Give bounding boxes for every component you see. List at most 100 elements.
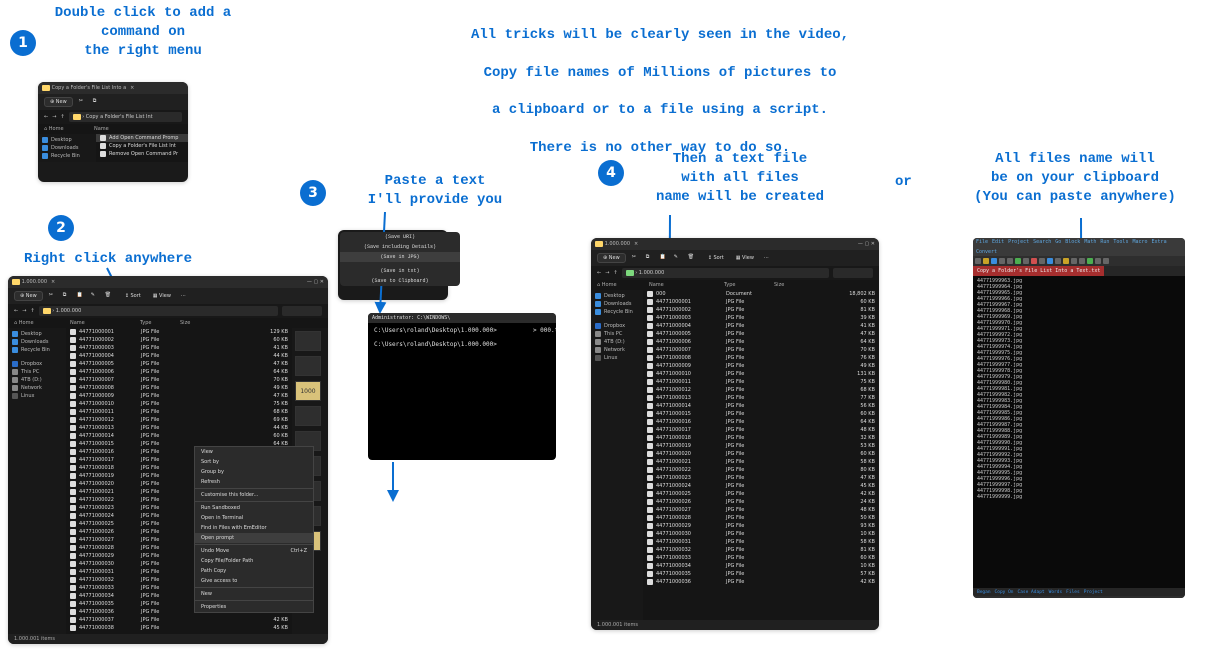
table-row[interactable]: 44771000006JPG File64 KB [643,338,879,346]
table-row[interactable]: 44771000001JPG File129 KB [66,328,292,336]
table-row[interactable]: 44771000021JPG File58 KB [643,458,879,466]
breadcrumb[interactable]: › Copy a Folder's File List Int [69,112,182,122]
table-row[interactable]: 44771000013JPG File44 KB [66,424,292,432]
context-item[interactable]: Group by [195,467,313,477]
quickmenu-item[interactable]: (Save to Clipboard) [340,276,460,286]
nav-forward-icon[interactable]: → [22,308,26,314]
table-row[interactable]: 44771000005JPG File47 KB [66,360,292,368]
sidebar-item[interactable]: Recycle Bin [42,152,92,160]
sidebar-item[interactable]: Network [595,346,639,354]
menu-item[interactable]: Edit [992,239,1004,245]
nav-forward-icon[interactable]: → [52,114,56,120]
nav-up-icon[interactable]: ↑ [30,308,34,314]
cut-icon[interactable]: ✂ [632,254,640,262]
table-row[interactable]: 44771000024JPG File45 KB [643,482,879,490]
sidebar-item[interactable]: Downloads [12,338,62,346]
table-row[interactable]: 44771000005JPG File47 KB [643,330,879,338]
table-row[interactable]: 44771000002JPG File60 KB [66,336,292,344]
menu-item[interactable]: Block [1065,239,1080,245]
editor-content[interactable]: 44771999963.jpg 44771999964.jpg 44771999… [973,276,1185,588]
table-row[interactable]: 44771000006JPG File64 KB [66,368,292,376]
sidebar-item[interactable]: Desktop [42,136,92,144]
table-row[interactable]: 44771000023JPG File47 KB [643,474,879,482]
copy-icon[interactable]: ⧉ [93,98,101,106]
menu-item[interactable]: Math [1084,239,1096,245]
menu-item[interactable]: Search [1033,239,1051,245]
editor-options-bar[interactable]: BeganCopy OnCase AdaptWordsFilesProject [973,588,1185,596]
sort-button[interactable]: ↕ Sort [708,255,724,261]
table-row[interactable]: 44771000009JPG File47 KB [66,392,292,400]
list-item[interactable]: Copy a Folder's File List Int [96,142,188,150]
table-row[interactable]: 44771000004JPG File41 KB [643,322,879,330]
sidebar-item[interactable]: Dropbox [12,360,62,368]
table-row[interactable]: 44771000013JPG File77 KB [643,394,879,402]
new-button[interactable]: ⊕ New [597,253,626,263]
table-row[interactable]: 44771000014JPG File60 KB [66,432,292,440]
table-row[interactable]: 44771000026JPG File24 KB [643,498,879,506]
menu-item[interactable]: Go [1055,239,1061,245]
table-row[interactable]: 44771000015JPG File60 KB [643,410,879,418]
sidebar-item[interactable]: Desktop [595,292,639,300]
sidebar-item[interactable]: Linux [595,354,639,362]
table-row[interactable]: 44771000003JPG File39 KB [643,314,879,322]
nav-back-icon[interactable]: ← [597,270,601,276]
sidebar-item[interactable]: This PC [12,368,62,376]
table-row[interactable]: 44771000012JPG File68 KB [643,386,879,394]
table-row[interactable]: 44771000011JPG File68 KB [66,408,292,416]
file-list[interactable]: 000Document18,802 KB44771000001JPG File6… [643,290,879,620]
menu-item[interactable]: Tools [1113,239,1128,245]
table-row[interactable]: 44771000010JPG File131 KB [643,370,879,378]
table-row[interactable]: 44771000033JPG File60 KB [643,554,879,562]
table-row[interactable]: 44771000007JPG File70 KB [66,376,292,384]
context-item[interactable]: Sort by [195,457,313,467]
breadcrumb[interactable]: › 1.000.000 [622,268,829,278]
nav-up-icon[interactable]: ↑ [613,270,617,276]
quickmenu-item[interactable]: (Save including Details) [340,242,460,252]
table-row[interactable]: 44771000022JPG File80 KB [643,466,879,474]
table-row[interactable]: 44771000025JPG File42 KB [643,490,879,498]
paste-icon[interactable]: 📋 [660,254,668,262]
breadcrumb[interactable]: › 1.000.000 [39,306,278,316]
table-row[interactable]: 44771000008JPG File76 KB [643,354,879,362]
sidebar-item[interactable]: Desktop [12,330,62,338]
table-row[interactable]: 44771000010JPG File75 KB [66,400,292,408]
cut-icon[interactable]: ✂ [79,98,87,106]
table-row[interactable]: 44771000036JPG File42 KB [643,578,879,586]
search-input[interactable] [282,306,322,316]
quickmenu-item[interactable]: (Save URI) [340,232,460,242]
menu-item[interactable]: Macro [1132,239,1147,245]
context-item[interactable]: Find in Files with EmEditor [195,523,313,533]
table-row[interactable]: 44771000035JPG File57 KB [643,570,879,578]
editor-menubar[interactable]: FileEditProjectSearchGoBlockMathRunTools… [973,238,1185,256]
table-row[interactable]: 44771000001JPG File60 KB [643,298,879,306]
rename-icon[interactable]: ✎ [91,292,99,300]
sidebar-item[interactable]: 4TB (D:) [595,338,639,346]
context-item[interactable]: New [195,589,313,599]
context-item[interactable]: Copy File/Folder Path [195,556,313,566]
context-item[interactable]: Customise this folder... [195,490,313,500]
view-button[interactable]: ▦ View [736,255,754,261]
terminal-window[interactable]: Administrator: C:\WINDOWS\ C:\Users\rola… [368,313,556,460]
table-row[interactable]: 44771000007JPG File70 KB [643,346,879,354]
menu-item[interactable]: Extra [1152,239,1167,245]
delete-icon[interactable]: 🗑 [105,292,113,300]
list-item[interactable]: Remove Open Command Pr [96,150,188,158]
context-item[interactable]: Path Copy [195,566,313,576]
sidebar-item[interactable]: Dropbox [595,322,639,330]
table-row[interactable]: 44771000027JPG File48 KB [643,506,879,514]
table-row[interactable]: 44771000032JPG File81 KB [643,546,879,554]
quickmenu-item[interactable]: (Save in txt) [340,266,460,276]
new-button[interactable]: ⊕ New [44,97,73,107]
view-button[interactable]: ▦ View [153,293,171,299]
home-link[interactable]: ⌂ Home [597,282,649,288]
table-row[interactable]: 44771000014JPG File56 KB [643,402,879,410]
text-editor[interactable]: FileEditProjectSearchGoBlockMathRunTools… [973,238,1185,598]
quick-save-menu[interactable]: (Save URI)(Save including Details) (Save … [340,232,460,286]
context-item[interactable]: Open in Terminal [195,513,313,523]
sidebar-item[interactable]: Downloads [42,144,92,152]
context-menu[interactable]: ViewSort byGroup byRefresh Customise this… [194,446,314,613]
context-item[interactable]: Refresh [195,477,313,487]
nav-forward-icon[interactable]: → [605,270,609,276]
table-row[interactable]: 44771000034JPG File10 KB [643,562,879,570]
context-item[interactable]: View [195,447,313,457]
